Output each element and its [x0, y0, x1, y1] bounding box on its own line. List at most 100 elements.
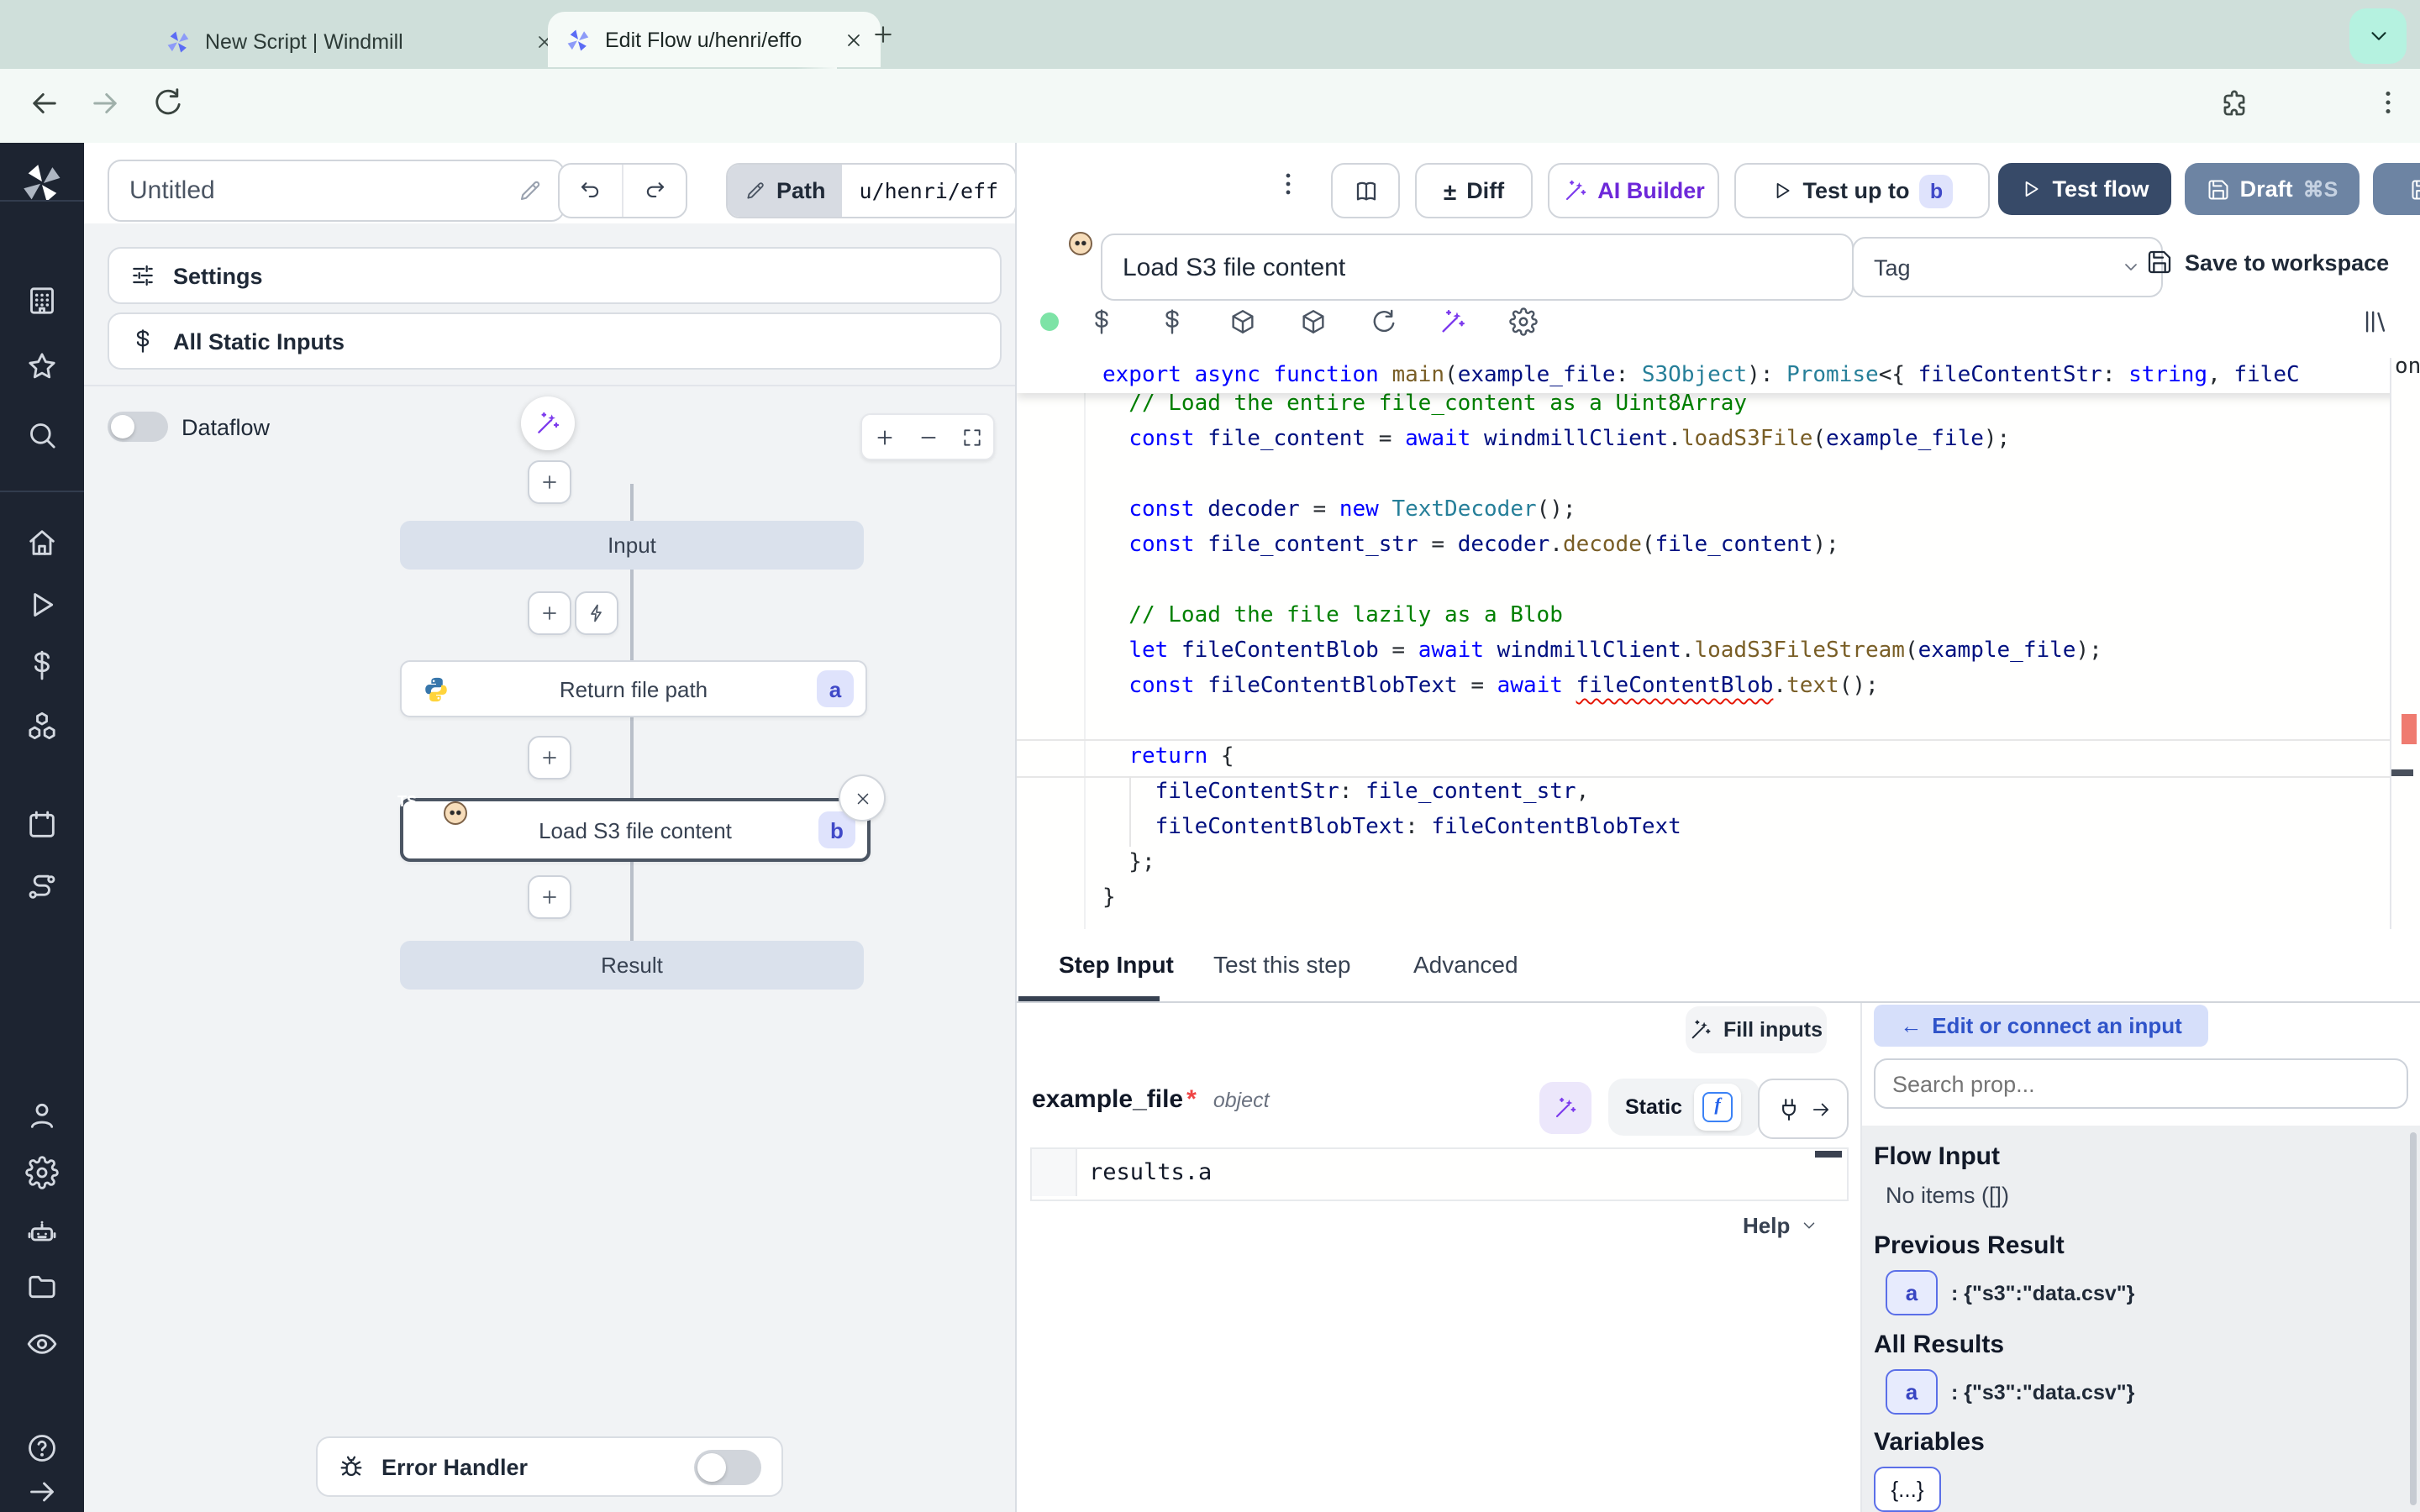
windmill-favicon	[565, 26, 592, 53]
sidebar-item-flows[interactable]	[25, 870, 59, 904]
windmill-favicon	[165, 28, 192, 55]
sidebar-item-help[interactable]	[25, 1431, 59, 1465]
add-step-button[interactable]	[528, 591, 571, 635]
diff-button[interactable]: ± Diff	[1415, 163, 1533, 218]
error-handler-row[interactable]: Error Handler	[316, 1436, 783, 1497]
code-editor[interactable]: // Load the entire file_content as a Uin…	[1017, 358, 2420, 929]
edit-or-connect-button[interactable]: ← Edit or connect an input	[1874, 1005, 2208, 1047]
sidebar-item-runs[interactable]	[25, 588, 59, 622]
path-control[interactable]: Path u/henri/eff	[726, 163, 1017, 218]
arrow-left-icon: ←	[1900, 1013, 1922, 1038]
tab-advanced[interactable]: Advanced	[1413, 951, 1518, 978]
search-prop-input[interactable]	[1874, 1058, 2408, 1109]
docs-button[interactable]	[1331, 163, 1400, 218]
step-title-input[interactable]: Load S3 file content	[1101, 234, 1854, 301]
sidebar-item-collapse[interactable]	[25, 1475, 59, 1509]
variables-badge[interactable]: {...}	[1874, 1467, 1941, 1512]
resources-icon[interactable]	[1158, 307, 1186, 336]
javascript-mode-button[interactable]: f	[1694, 1084, 1741, 1131]
redo-button[interactable]	[642, 178, 667, 203]
reset-icon[interactable]	[1370, 307, 1398, 336]
panel-divider	[84, 385, 1015, 386]
help-toggle[interactable]: Help	[1743, 1213, 1818, 1238]
delete-step-button[interactable]	[839, 774, 886, 822]
sidebar-item-audit-logs[interactable]	[25, 1327, 59, 1361]
sidebar-item-home[interactable]	[25, 526, 59, 559]
overview-ruler[interactable]: on	[2390, 358, 2420, 929]
all-static-inputs-row[interactable]: All Static Inputs	[108, 312, 1002, 370]
variables-icon[interactable]	[1087, 307, 1116, 336]
draft-button[interactable]: Draft ⌘S	[2185, 163, 2360, 215]
flow-node-step-b-selected[interactable]: TS Load S3 file content b	[400, 798, 871, 862]
add-step-button[interactable]	[528, 460, 571, 504]
library-icon[interactable]	[2361, 307, 2390, 336]
sidebar-item-settings[interactable]	[25, 1156, 59, 1189]
tab-close-icon[interactable]	[844, 29, 864, 50]
prop-row[interactable]: a : {"s3":"data.csv"}	[1886, 1270, 2134, 1315]
sidebar-item-variables[interactable]	[25, 648, 59, 682]
sidebar-item-workers[interactable]	[25, 1215, 59, 1248]
dataflow-toggle[interactable]	[108, 412, 168, 442]
test-up-to-button[interactable]: Test up to b	[1734, 163, 1990, 218]
more-options-icon[interactable]	[1274, 170, 1302, 198]
editor-settings-icon[interactable]	[1509, 307, 1538, 336]
ai-builder-button[interactable]: AI Builder	[1548, 163, 1719, 218]
add-trigger-button[interactable]	[575, 591, 618, 635]
result-badge: a	[1886, 1270, 1938, 1315]
prop-row[interactable]: a : {"s3":"data.csv"}	[1886, 1369, 2134, 1415]
browser-menu-icon[interactable]	[2373, 87, 2403, 118]
expression-editor[interactable]: results.a	[1030, 1147, 1849, 1201]
deploy-button[interactable]: Deploy	[2373, 163, 2420, 215]
forward-button[interactable]	[87, 86, 123, 121]
fit-view-button[interactable]	[960, 426, 982, 448]
connect-input-button[interactable]	[1758, 1079, 1849, 1139]
extensions-icon[interactable]	[2218, 89, 2250, 121]
error-handler-toggle[interactable]	[694, 1449, 761, 1484]
package-icon[interactable]	[1299, 307, 1328, 336]
sidebar-item-workspace[interactable]	[25, 284, 59, 318]
ai-fill-field-button[interactable]	[1539, 1082, 1591, 1134]
arrow-right-icon	[1809, 1098, 1831, 1120]
back-button[interactable]	[27, 86, 62, 121]
field-type: object	[1213, 1088, 1270, 1111]
undo-button[interactable]	[578, 178, 603, 203]
scrollbar-thumb[interactable]	[2410, 1132, 2417, 1505]
result-badge: a	[1886, 1369, 1938, 1415]
sidebar-item-resources[interactable]	[25, 709, 59, 743]
sidebar-item-folders[interactable]	[25, 1270, 59, 1304]
tab-step-input[interactable]: Step Input	[1059, 951, 1174, 978]
tag-select[interactable]: Tag	[1852, 237, 2163, 297]
zoom-out-button[interactable]	[917, 426, 939, 448]
flow-node-step-a[interactable]: Return file path a	[400, 660, 867, 717]
add-step-button[interactable]	[528, 736, 571, 780]
ai-flow-button[interactable]	[521, 396, 575, 450]
dataflow-label: Dataflow	[182, 415, 270, 440]
tab-search-button[interactable]	[2349, 8, 2407, 64]
package-icon[interactable]	[1228, 307, 1257, 336]
sidebar-item-search[interactable]	[25, 418, 59, 452]
zoom-in-button[interactable]	[873, 426, 895, 448]
flow-name-input[interactable]: Untitled	[108, 160, 565, 222]
magic-wand-icon	[1562, 178, 1587, 203]
browser-tab-inactive[interactable]: New Script | Windmill	[148, 13, 571, 69]
test-flow-button[interactable]: Test flow	[1998, 163, 2171, 215]
reload-button[interactable]	[151, 86, 185, 119]
flow-settings-row[interactable]: Settings	[108, 247, 1002, 304]
flow-node-input[interactable]: Input	[400, 521, 864, 570]
fill-inputs-button[interactable]: Fill inputs	[1686, 1006, 1827, 1053]
sidebar-item-favorites[interactable]	[25, 349, 59, 383]
chevron-down-icon	[1800, 1216, 1818, 1235]
play-icon	[2020, 178, 2042, 200]
add-step-button[interactable]	[528, 875, 571, 919]
ai-assist-icon[interactable]	[1439, 307, 1467, 336]
new-tab-button[interactable]	[871, 22, 896, 47]
save-to-workspace-button[interactable]: Save to workspace	[2146, 249, 2389, 276]
input-mode-toggle[interactable]: Static f	[1608, 1079, 1760, 1136]
flow-node-result[interactable]: Result	[400, 941, 864, 990]
sidebar-item-schedules[interactable]	[25, 808, 59, 842]
sidebar-item-user[interactable]	[25, 1099, 59, 1132]
browser-tab-active[interactable]: Edit Flow u/henri/effortless_fl	[548, 12, 881, 67]
magic-wand-icon	[534, 410, 561, 437]
tab-test-this-step[interactable]: Test this step	[1213, 951, 1350, 978]
draft-shortcut: ⌘S	[2303, 176, 2338, 202]
